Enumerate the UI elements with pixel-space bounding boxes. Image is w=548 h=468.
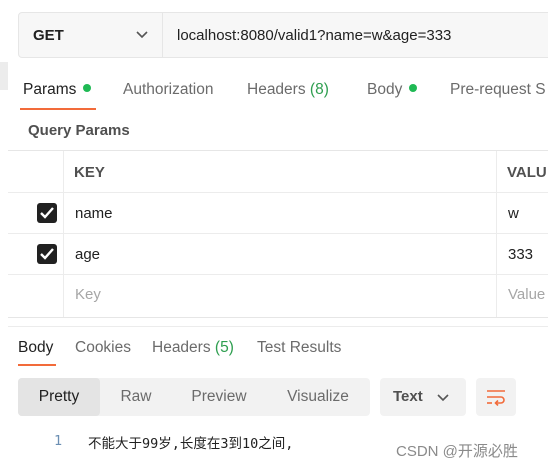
row-checkbox[interactable] bbox=[37, 203, 57, 223]
column-header-key: KEY bbox=[74, 164, 105, 181]
response-tab-cookies[interactable]: Cookies bbox=[75, 339, 131, 357]
wrap-lines-icon bbox=[487, 390, 505, 406]
tab-headers[interactable]: Headers (8) bbox=[247, 81, 329, 99]
view-visualize-button[interactable]: Visualize bbox=[272, 378, 364, 416]
row-divider bbox=[8, 274, 548, 275]
param-value[interactable]: 333 bbox=[508, 246, 533, 263]
line-number: 1 bbox=[54, 433, 63, 449]
view-pretty-button[interactable]: Pretty bbox=[18, 378, 100, 416]
tab-headers-count: (8) bbox=[309, 81, 329, 98]
tab-pre-request-label: Pre-request S bbox=[450, 81, 546, 98]
tab-body[interactable]: Body bbox=[367, 81, 418, 99]
format-label: Text bbox=[393, 388, 423, 405]
tab-params[interactable]: Params bbox=[23, 81, 92, 99]
checkmark-icon bbox=[40, 248, 54, 260]
response-active-tab-indicator bbox=[18, 364, 56, 366]
tab-params-label: Params bbox=[23, 81, 77, 98]
response-tab-body[interactable]: Body bbox=[18, 339, 53, 357]
view-raw-button[interactable]: Raw bbox=[104, 378, 168, 416]
response-tab-headers-count: (5) bbox=[214, 339, 234, 356]
response-divider bbox=[8, 326, 548, 327]
params-table: KEY VALU name w age 333 Key Value bbox=[8, 150, 548, 318]
params-status-dot bbox=[83, 84, 92, 92]
key-placeholder[interactable]: Key bbox=[75, 286, 101, 303]
view-preview-button[interactable]: Preview bbox=[178, 378, 260, 416]
tab-body-label: Body bbox=[367, 81, 403, 98]
request-bar: GET localhost:8080/valid1?name=w&age=333 bbox=[18, 12, 548, 58]
request-tabs: Params Authorization Headers (8) Body Pr… bbox=[0, 70, 548, 110]
row-checkbox[interactable] bbox=[37, 244, 57, 264]
format-select[interactable]: Text bbox=[380, 378, 466, 416]
tab-headers-label: Headers bbox=[247, 81, 306, 98]
view-mode-selector: Pretty Raw Preview Visualize bbox=[18, 378, 370, 416]
tab-pre-request[interactable]: Pre-request S bbox=[450, 81, 546, 99]
body-status-dot bbox=[409, 84, 418, 92]
response-tab-headers[interactable]: Headers (5) bbox=[152, 339, 234, 357]
checkmark-icon bbox=[40, 207, 54, 219]
param-key[interactable]: age bbox=[75, 246, 100, 263]
response-tab-test-results[interactable]: Test Results bbox=[257, 339, 341, 357]
method-select[interactable]: GET bbox=[19, 13, 163, 57]
chevron-down-icon bbox=[135, 25, 149, 49]
tab-authorization[interactable]: Authorization bbox=[123, 81, 213, 99]
row-divider bbox=[8, 192, 548, 193]
response-tab-headers-label: Headers bbox=[152, 339, 211, 356]
watermark: CSDN @开源必胜 bbox=[396, 443, 518, 460]
response-body-text: 不能大于99岁,长度在3到10之间, bbox=[88, 436, 294, 452]
url-input[interactable]: localhost:8080/valid1?name=w&age=333 bbox=[177, 27, 451, 44]
chevron-down-icon bbox=[436, 389, 450, 412]
column-divider bbox=[63, 151, 64, 317]
active-tab-indicator bbox=[20, 108, 96, 110]
value-placeholder[interactable]: Value bbox=[508, 286, 545, 303]
param-key[interactable]: name bbox=[75, 205, 113, 222]
query-params-title: Query Params bbox=[28, 122, 130, 139]
tab-authorization-label: Authorization bbox=[123, 81, 214, 98]
row-divider bbox=[8, 233, 548, 234]
column-divider bbox=[496, 151, 497, 317]
wrap-lines-button[interactable] bbox=[476, 378, 516, 416]
method-label: GET bbox=[33, 27, 64, 44]
param-value[interactable]: w bbox=[508, 205, 519, 222]
column-header-value: VALU bbox=[507, 164, 547, 181]
